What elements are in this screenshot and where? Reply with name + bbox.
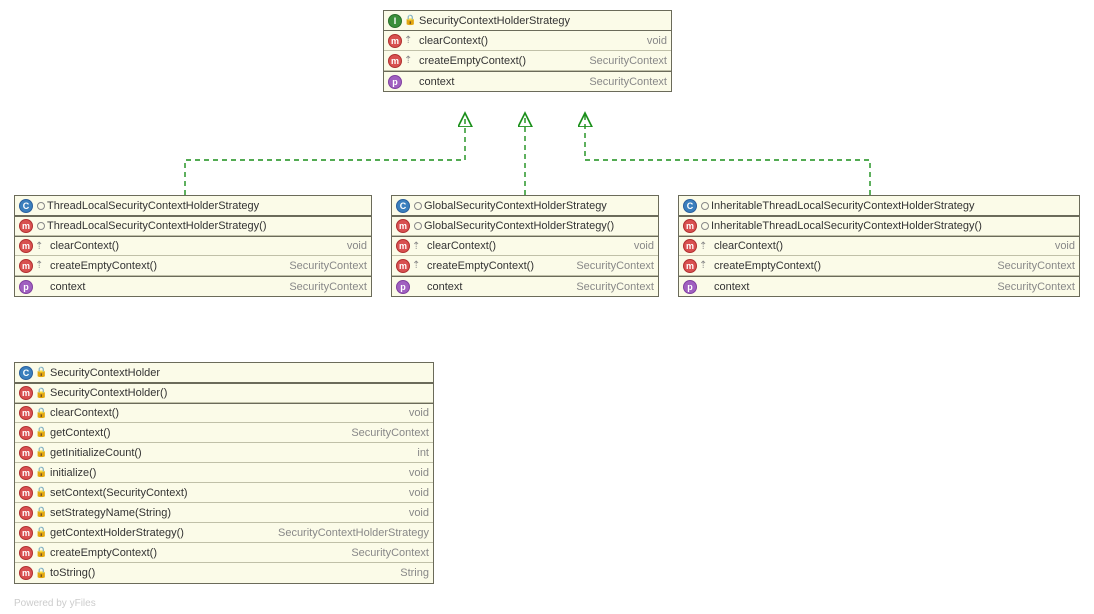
class-name: SecurityContextHolderStrategy <box>419 15 570 27</box>
method-row: m ⇡ clearContext() void <box>15 236 371 256</box>
method-row: m 🔒 getInitializeCount() int <box>15 443 433 463</box>
package-vis-icon <box>37 202 45 210</box>
method-row: m 🔒 initialize() void <box>15 463 433 483</box>
abstract-icon: ⇡ <box>404 55 416 66</box>
method-icon: m <box>396 219 410 233</box>
visibility-icon: 🔒 <box>35 388 47 399</box>
ctor-row: m ThreadLocalSecurityContextHolderStrate… <box>15 216 371 236</box>
method-row: m 🔒 toString() String <box>15 563 433 583</box>
package-vis-icon <box>414 202 422 210</box>
abstract-icon: ⇡ <box>404 35 416 46</box>
uml-class-ThreadLocal: C ThreadLocalSecurityContextHolderStrate… <box>14 195 372 297</box>
method-row: m 🔒 setStrategyName(String) void <box>15 503 433 523</box>
property-row: p context SecurityContext <box>384 71 671 91</box>
method-icon: m <box>19 426 33 440</box>
title-row: C GlobalSecurityContextHolderStrategy <box>392 196 658 216</box>
uml-class-Global: C GlobalSecurityContextHolderStrategy m … <box>391 195 659 297</box>
method-row: m 🔒 getContext() SecurityContext <box>15 423 433 443</box>
method-icon: m <box>396 239 410 253</box>
visibility-icon: 🔒 <box>35 507 47 518</box>
method-row: m 🔒 getContextHolderStrategy() SecurityC… <box>15 523 433 543</box>
property-row: p context SecurityContext <box>15 276 371 296</box>
method-icon: m <box>388 34 402 48</box>
method-icon: m <box>19 259 33 273</box>
method-icon: m <box>19 446 33 460</box>
visibility-icon: 🔒 <box>35 447 47 458</box>
property-icon: p <box>388 75 402 89</box>
method-row: m ⇡ clearContext() void <box>392 236 658 256</box>
method-icon: m <box>19 566 33 580</box>
impl-icon: ⇡ <box>699 241 711 252</box>
ctor-row: m InheritableThreadLocalSecurityContextH… <box>679 216 1079 236</box>
class-icon: C <box>683 199 697 213</box>
title-row: C 🔒 SecurityContextHolder <box>15 363 433 383</box>
method-icon: m <box>19 219 33 233</box>
method-icon: m <box>19 486 33 500</box>
method-icon: m <box>19 466 33 480</box>
interface-icon: I <box>388 14 402 28</box>
class-icon: C <box>396 199 410 213</box>
uml-interface-SecurityContextHolderStrategy: I 🔒 SecurityContextHolderStrategy m ⇡ cl… <box>383 10 672 92</box>
method-icon: m <box>683 239 697 253</box>
visibility-icon: 🔒 <box>35 427 47 438</box>
visibility-icon: 🔒 <box>35 547 47 558</box>
impl-icon: ⇡ <box>35 241 47 252</box>
class-icon: C <box>19 199 33 213</box>
visibility-icon: 🔒 <box>35 568 47 579</box>
package-vis-icon <box>701 222 709 230</box>
property-row: p context SecurityContext <box>679 276 1079 296</box>
method-icon: m <box>396 259 410 273</box>
uml-class-SecurityContextHolder: C 🔒 SecurityContextHolder m 🔒 SecurityCo… <box>14 362 434 584</box>
ctor-row: m 🔒 SecurityContextHolder() <box>15 383 433 403</box>
impl-icon: ⇡ <box>699 260 711 271</box>
method-icon: m <box>19 239 33 253</box>
method-row: m ⇡ createEmptyContext() SecurityContext <box>679 256 1079 276</box>
title-row: C ThreadLocalSecurityContextHolderStrate… <box>15 196 371 216</box>
visibility-icon: 🔒 <box>35 367 47 378</box>
method-icon: m <box>683 219 697 233</box>
uml-class-Inheritable: C InheritableThreadLocalSecurityContextH… <box>678 195 1080 297</box>
impl-icon: ⇡ <box>35 260 47 271</box>
visibility-icon: 🔒 <box>35 527 47 538</box>
method-icon: m <box>683 259 697 273</box>
method-row: m ⇡ clearContext() void <box>679 236 1079 256</box>
package-vis-icon <box>701 202 709 210</box>
title-row: C InheritableThreadLocalSecurityContextH… <box>679 196 1079 216</box>
property-icon: p <box>19 280 33 294</box>
package-vis-icon <box>414 222 422 230</box>
property-icon: p <box>396 280 410 294</box>
method-row: m 🔒 clearContext() void <box>15 403 433 423</box>
method-icon: m <box>19 546 33 560</box>
method-row: m ⇡ clearContext() void <box>384 31 671 51</box>
method-icon: m <box>19 506 33 520</box>
method-row: m 🔒 setContext(SecurityContext) void <box>15 483 433 503</box>
property-row: p context SecurityContext <box>392 276 658 296</box>
method-icon: m <box>19 406 33 420</box>
method-row: m ⇡ createEmptyContext() SecurityContext <box>384 51 671 71</box>
impl-icon: ⇡ <box>412 260 424 271</box>
visibility-icon: 🔒 <box>404 15 416 26</box>
method-row: m ⇡ createEmptyContext() SecurityContext <box>15 256 371 276</box>
method-icon: m <box>19 526 33 540</box>
credit-label: Powered by yFiles <box>14 598 96 609</box>
method-icon: m <box>388 54 402 68</box>
method-row: m 🔒 createEmptyContext() SecurityContext <box>15 543 433 563</box>
ctor-row: m GlobalSecurityContextHolderStrategy() <box>392 216 658 236</box>
title-row: I 🔒 SecurityContextHolderStrategy <box>384 11 671 31</box>
visibility-icon: 🔒 <box>35 487 47 498</box>
package-vis-icon <box>37 222 45 230</box>
method-row: m ⇡ createEmptyContext() SecurityContext <box>392 256 658 276</box>
property-icon: p <box>683 280 697 294</box>
private-lock-icon: 🔒 <box>35 467 47 478</box>
visibility-icon: 🔒 <box>35 408 47 419</box>
method-icon: m <box>19 386 33 400</box>
class-icon: C <box>19 366 33 380</box>
impl-icon: ⇡ <box>412 241 424 252</box>
